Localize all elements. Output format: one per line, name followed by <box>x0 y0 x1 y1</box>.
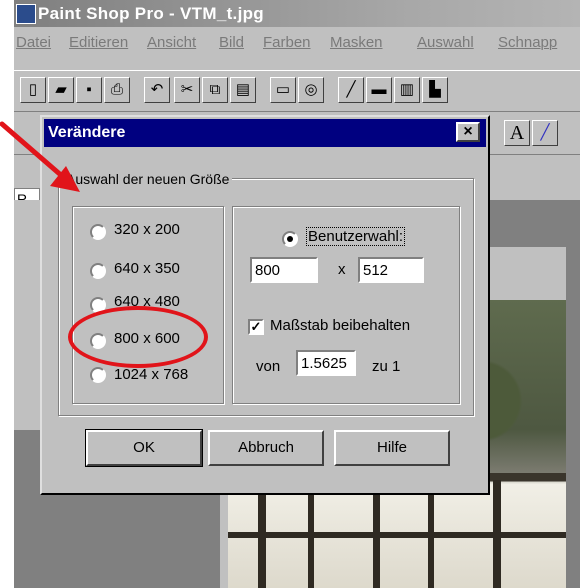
size-320x200-radio[interactable] <box>90 224 106 240</box>
line-tool-icon[interactable]: ╱ <box>532 120 558 146</box>
print-icon[interactable]: ⎙ <box>104 77 130 103</box>
app-titlebar: Paint Shop Pro - VTM_t.jpg <box>14 0 580 27</box>
size-640x350-label[interactable]: 640 x 350 <box>114 260 180 277</box>
ratio-input[interactable] <box>296 350 356 376</box>
keep-ratio-label[interactable]: Maßstab beibehalten <box>270 317 410 334</box>
size-1024x768-label[interactable]: 1024 x 768 <box>114 366 188 383</box>
size-640x350-radio[interactable] <box>90 263 106 279</box>
monitor-icon[interactable]: ▭ <box>270 77 296 103</box>
capture-icon[interactable]: ◎ <box>298 77 324 103</box>
menu-bild[interactable]: Bild <box>219 30 244 56</box>
annotation-circle <box>68 306 208 368</box>
text-tool-icon[interactable]: A <box>504 120 530 146</box>
menu-editieren[interactable]: Editieren <box>69 30 128 56</box>
times-separator: x <box>338 261 346 278</box>
width-input[interactable] <box>250 257 318 283</box>
brush-icon[interactable]: ╱ <box>338 77 364 103</box>
copy-icon[interactable]: ⧉ <box>202 77 228 103</box>
menu-schnapp[interactable]: Schnapp <box>498 30 557 56</box>
cancel-button[interactable]: Abbruch <box>208 430 324 466</box>
annotation-arrow <box>0 121 80 192</box>
menu-farben[interactable]: Farben <box>263 30 311 56</box>
main-toolbar: ▯ ▰ ▪ ⎙ ↶ ✂ ⧉ ▤ ▭ ◎ ╱ ▬ ▥ ▙ <box>14 70 580 112</box>
menu-datei[interactable]: Datei <box>16 30 51 56</box>
size-1024x768-radio[interactable] <box>90 367 106 383</box>
palette-icon[interactable]: ▬ <box>366 77 392 103</box>
dialog-titlebar: Verändere × <box>44 119 486 147</box>
custom-size-radio[interactable] <box>282 231 298 247</box>
from-label: von <box>256 358 281 375</box>
close-icon[interactable]: × <box>456 122 480 142</box>
menubar: Datei Editieren Ansicht Bild Farben Mask… <box>14 30 580 56</box>
menu-masken[interactable]: Masken <box>330 30 383 56</box>
custom-size-label[interactable]: Benutzerwahl: <box>306 227 406 246</box>
height-input[interactable] <box>358 257 424 283</box>
app-title: Paint Shop Pro - VTM_t.jpg <box>38 4 264 23</box>
histogram-icon[interactable]: ▙ <box>422 77 448 103</box>
open-folder-icon[interactable]: ▰ <box>48 77 74 103</box>
size-320x200-label[interactable]: 320 x 200 <box>114 221 180 238</box>
timber-beam <box>228 532 566 538</box>
cut-icon[interactable]: ✂ <box>174 77 200 103</box>
paste-icon[interactable]: ▤ <box>230 77 256 103</box>
save-disk-icon[interactable]: ▪ <box>76 77 102 103</box>
ok-button[interactable]: OK <box>85 429 203 467</box>
new-file-icon[interactable]: ▯ <box>20 77 46 103</box>
color-bars-icon[interactable]: ▥ <box>394 77 420 103</box>
menu-auswahl[interactable]: Auswahl <box>417 30 474 56</box>
to-label: zu 1 <box>372 358 401 375</box>
menu-ansicht[interactable]: Ansicht <box>147 30 196 56</box>
help-button[interactable]: Hilfe <box>334 430 450 466</box>
undo-icon[interactable]: ↶ <box>144 77 170 103</box>
app-icon <box>16 4 36 24</box>
keep-ratio-checkbox[interactable]: ✓ <box>248 319 264 335</box>
